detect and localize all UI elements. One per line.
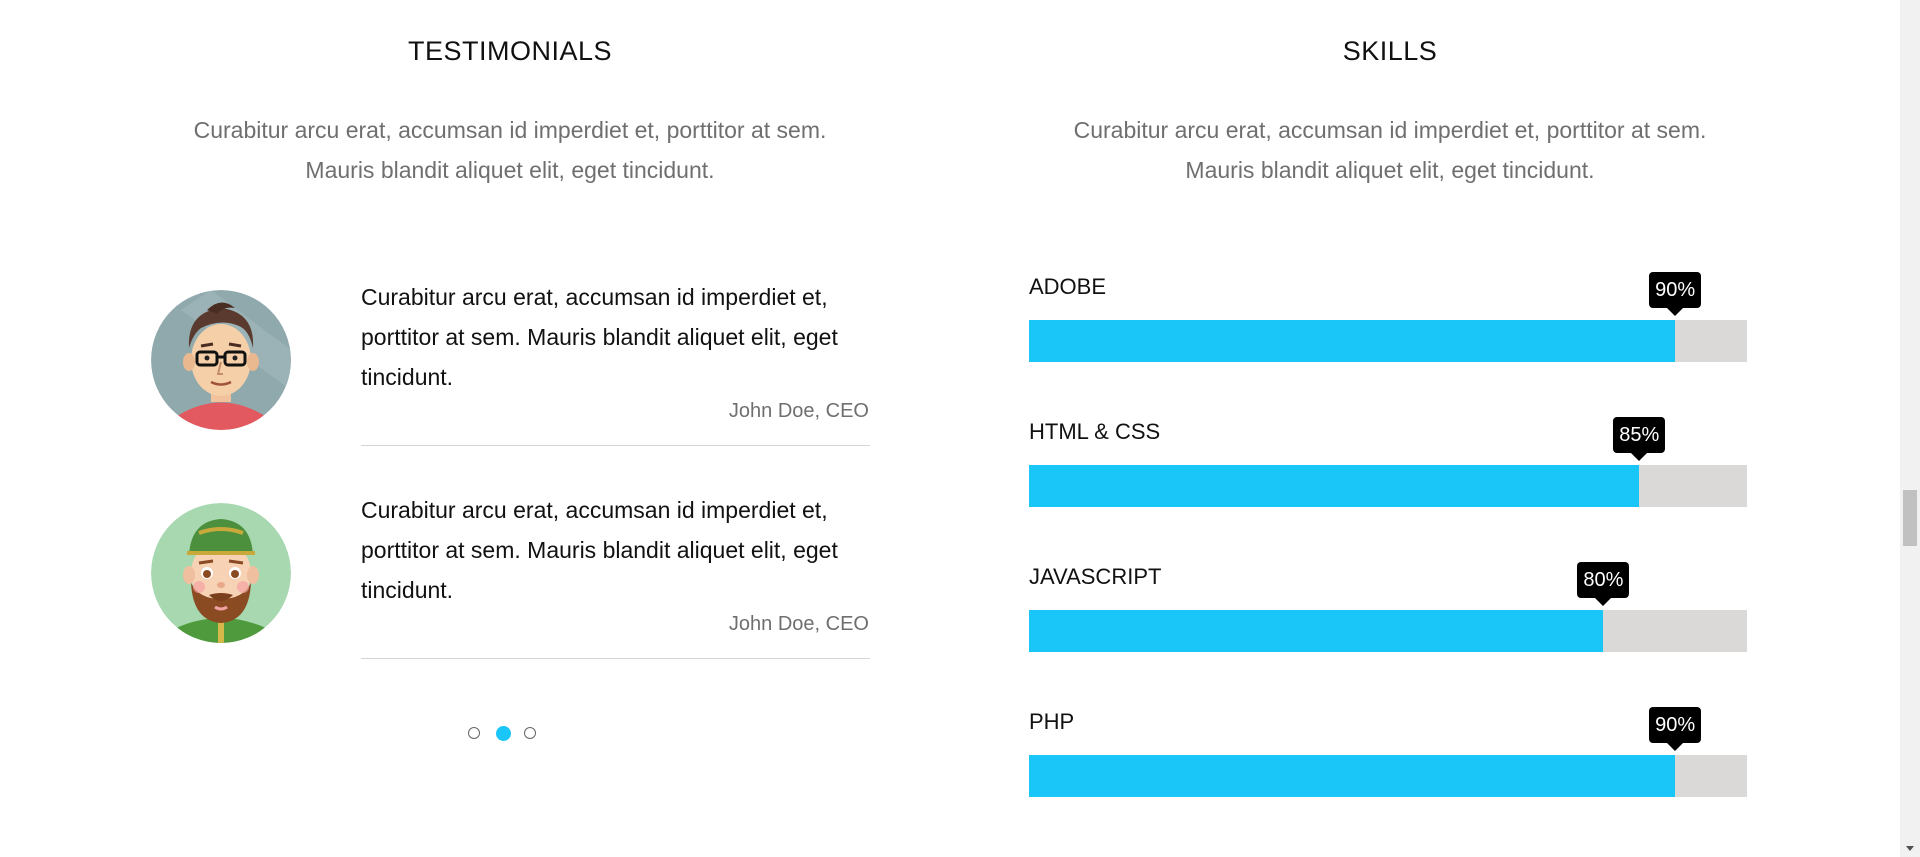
skill-label: JAVASCRIPT (1029, 564, 1162, 589)
testimonial-divider (361, 658, 870, 659)
testimonial-text: Curabitur arcu erat, accumsan id imperdi… (361, 497, 838, 603)
testimonials-subtitle: Curabitur arcu erat, accumsan id imperdi… (110, 110, 910, 190)
man-with-glasses-avatar-icon (151, 290, 291, 430)
skill-bar-fill (1029, 610, 1604, 652)
testimonials-subtitle-line2: Mauris blandit aliquet elit, eget tincid… (305, 157, 715, 183)
skill-percent-badge: 90% (1649, 707, 1702, 751)
skill-adobe: ADOBE 90% (1029, 272, 1747, 394)
testimonial-author: John Doe, CEO (728, 613, 869, 635)
skill-bar-fill (1029, 320, 1676, 362)
skills-subtitle: Curabitur arcu erat, accumsan id imperdi… (990, 110, 1790, 190)
skill-label: PHP (1029, 709, 1075, 734)
skill-bar-track (1029, 755, 1747, 797)
testimonial-item: Curabitur arcu erat, accumsan id imperdi… (110, 284, 910, 485)
skills-title: SKILLS (1342, 36, 1438, 66)
skill-percent-badge: 90% (1649, 272, 1702, 316)
skill-bar-fill (1029, 465, 1640, 507)
skills-section: SKILLS Curabitur arcu erat, accumsan id … (990, 0, 1790, 857)
testimonial-item: Curabitur arcu erat, accumsan id imperdi… (110, 497, 910, 698)
testimonial-text: Curabitur arcu erat, accumsan id imperdi… (361, 284, 838, 390)
skill-label: ADOBE (1029, 274, 1107, 299)
skill-bar-track (1029, 610, 1747, 652)
skill-percent-badge: 80% (1577, 562, 1630, 606)
bearded-man-with-cap-avatar-icon (151, 503, 291, 643)
scroll-down-arrow-icon[interactable] (1900, 841, 1920, 857)
skill-bar-fill (1029, 755, 1676, 797)
carousel-dot-3[interactable] (524, 727, 536, 739)
testimonial-author: John Doe, CEO (728, 400, 869, 422)
carousel-dot-1[interactable] (468, 727, 480, 739)
page-scrollbar[interactable] (1900, 0, 1920, 857)
skill-php: PHP 90% (1029, 707, 1747, 829)
testimonials-subtitle-line1: Curabitur arcu erat, accumsan id imperdi… (193, 117, 827, 143)
skills-subtitle-line2: Mauris blandit aliquet elit, eget tincid… (1185, 157, 1595, 183)
skill-bar-track (1029, 320, 1747, 362)
skill-javascript: JAVASCRIPT 80% (1029, 562, 1747, 684)
testimonial-divider (361, 445, 870, 446)
skill-percent-badge: 85% (1613, 417, 1666, 461)
scrollbar-thumb[interactable] (1903, 490, 1917, 546)
testimonials-title: TESTIMONIALS (407, 36, 613, 66)
testimonials-section: TESTIMONIALS Curabitur arcu erat, accums… (110, 0, 910, 857)
skill-bar-track (1029, 465, 1747, 507)
carousel-dot-2[interactable] (496, 726, 511, 741)
skill-html-css: HTML & CSS 85% (1029, 417, 1747, 539)
skills-subtitle-line1: Curabitur arcu erat, accumsan id imperdi… (1073, 117, 1707, 143)
skill-label: HTML & CSS (1029, 419, 1161, 444)
